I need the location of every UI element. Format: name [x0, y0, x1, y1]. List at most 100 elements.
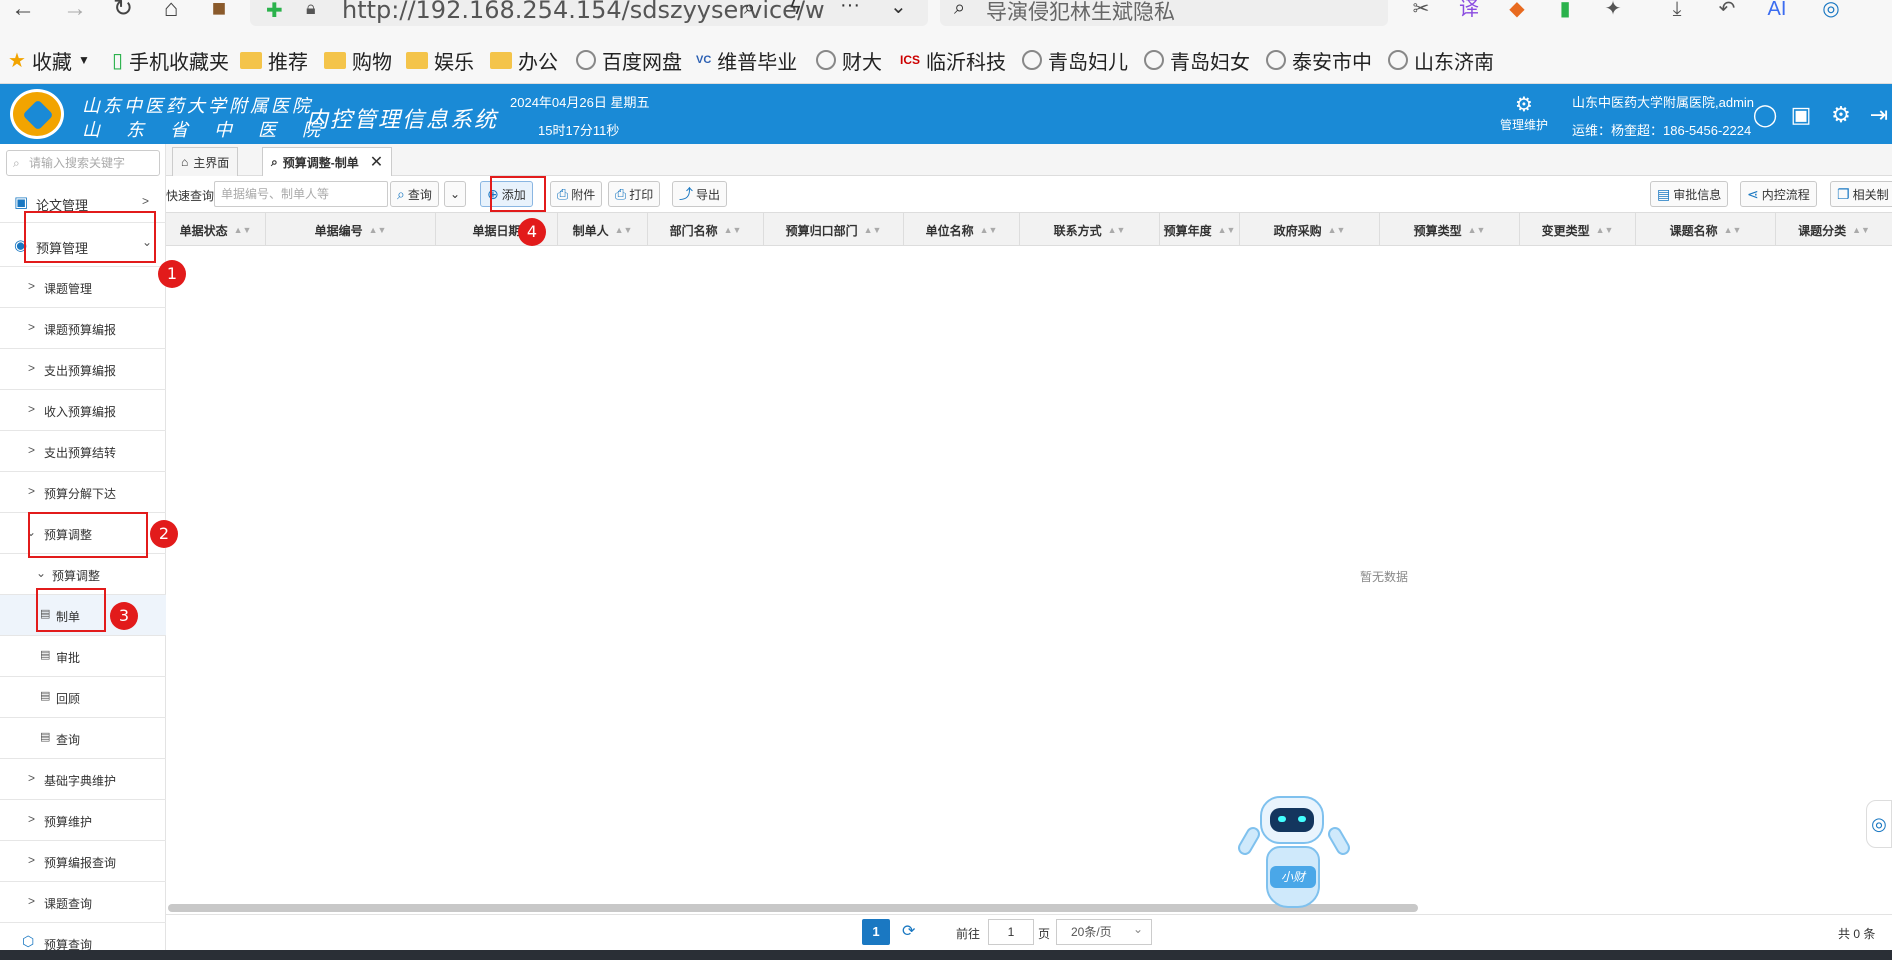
sidebar-item-expense-budget[interactable]: > 支出预算编报: [0, 349, 166, 390]
bookmark-folder-shopping[interactable]: 购物: [324, 46, 392, 74]
robot-eye: [1298, 816, 1306, 822]
page-current[interactable]: 1: [862, 919, 890, 945]
sidebar-item-query[interactable]: ▤ 查询: [0, 718, 166, 759]
approval-info-button[interactable]: ▤ 审批信息: [1650, 181, 1729, 207]
query-button[interactable]: ⌕ 查询: [390, 181, 439, 207]
bookmark-folder-fun[interactable]: 娱乐: [406, 46, 474, 74]
col-budget-type[interactable]: 预算类型 ▲▼: [1380, 213, 1520, 247]
sidebar-item-topics[interactable]: > 课题管理: [0, 267, 166, 308]
time-text: 15时17分11秒: [538, 123, 620, 138]
logout-icon[interactable]: ⇥: [1866, 102, 1892, 128]
page-number-input[interactable]: 1: [988, 919, 1034, 945]
bookmark-caida[interactable]: 财大: [816, 46, 882, 74]
sidebar-item-dictionary[interactable]: > 基础字典维护: [0, 759, 166, 800]
user-icon[interactable]: ◯: [1752, 102, 1778, 128]
undo-icon[interactable]: ↶: [1714, 0, 1740, 22]
horizontal-scrollbar[interactable]: [168, 904, 1418, 912]
bookmark-vip[interactable]: VC 维普毕业: [696, 46, 797, 74]
assistant-robot[interactable]: 小财: [1235, 796, 1353, 916]
bookmark-favorites[interactable]: ★ 收藏 ▼: [8, 46, 90, 74]
extension-icon[interactable]: ✦: [1600, 0, 1626, 22]
col-contact[interactable]: 联系方式 ▲▼: [1020, 213, 1160, 247]
sidebar-item-allocation[interactable]: > 预算分解下达: [0, 472, 166, 513]
sidebar-item-approve[interactable]: ▤ 审批: [0, 636, 166, 677]
col-topic-name[interactable]: 课题名称 ▲▼: [1636, 213, 1776, 247]
annotation-box-4: [490, 176, 546, 212]
download-icon[interactable]: ⤓: [1664, 0, 1690, 22]
bookmark-baidu-pan[interactable]: 百度网盘: [576, 46, 682, 74]
col-dept[interactable]: 部门名称 ▲▼: [648, 213, 764, 247]
bookmark-taian[interactable]: 泰安市中: [1266, 46, 1372, 74]
col-topic-category[interactable]: 课题分类 ▲▼: [1776, 213, 1892, 247]
game-icon[interactable]: ◆: [1504, 0, 1530, 22]
translate-icon[interactable]: 译: [1456, 0, 1482, 22]
address-bar[interactable]: ✚ 🔒︎ http://192.168.254.154/sdszyyservic…: [250, 0, 928, 26]
col-gov-purchase[interactable]: 政府采购 ▲▼: [1240, 213, 1380, 247]
sidebar-item-topic-query[interactable]: > 课题查询: [0, 882, 166, 923]
gear-icon[interactable]: ⚙: [1828, 102, 1854, 128]
briefcase-icon[interactable]: ■: [204, 0, 234, 22]
sidebar-item-budget-report-query[interactable]: > 预算编报查询: [0, 841, 166, 882]
bookmark-folder-office[interactable]: 办公: [490, 46, 558, 74]
col-creator[interactable]: 制单人 ▲▼: [558, 213, 648, 247]
sidebar-item-carryover[interactable]: > 支出预算结转: [0, 431, 166, 472]
browser-search[interactable]: ⌕ 导演侵犯林生斌隐私: [940, 0, 1388, 26]
search-icon: ⌕: [954, 0, 966, 19]
attach-button[interactable]: ⎙ 附件: [550, 181, 603, 207]
sidebar-item-income-budget[interactable]: > 收入预算编报: [0, 390, 166, 431]
bookmark-jinan[interactable]: 山东济南: [1388, 46, 1494, 74]
sidebar-item-topic-budget[interactable]: > 课题预算编报: [0, 308, 166, 349]
col-year[interactable]: 预算年度 ▲▼: [1160, 213, 1240, 247]
float-helper-icon[interactable]: ◎: [1866, 800, 1892, 848]
refresh-icon[interactable]: ⟳: [902, 921, 915, 941]
bookmark-folder-recommend[interactable]: 推荐: [240, 46, 308, 74]
control-flow-button[interactable]: ⋖ 内控流程: [1740, 181, 1817, 207]
chevron-right-icon: >: [142, 194, 150, 208]
forward-icon[interactable]: →: [60, 0, 90, 22]
ai-icon[interactable]: AI: [1764, 0, 1790, 22]
bookmark-mobile[interactable]: ▯ 手机收藏夹: [112, 46, 229, 74]
chevron-down-icon[interactable]: ⌄: [890, 0, 907, 19]
bookmark-linyi[interactable]: ICS 临沂科技: [900, 46, 1006, 74]
sidebar-search-input[interactable]: 请输入搜索关键字: [6, 150, 160, 176]
home-icon[interactable]: ⌂: [156, 0, 186, 22]
close-icon[interactable]: ✕: [370, 152, 383, 172]
export-button[interactable]: ⤴ 导出: [672, 181, 728, 207]
search-icon: ⌕: [397, 185, 405, 202]
col-change-type[interactable]: 变更类型 ▲▼: [1520, 213, 1636, 247]
settings-icon: ⚙: [1515, 94, 1533, 116]
print-button[interactable]: ⎙ 打印: [608, 181, 661, 207]
col-status[interactable]: 单据状态 ▲▼: [166, 213, 266, 247]
more-icon[interactable]: ···: [840, 0, 860, 17]
sort-icon: ▲▼: [1107, 225, 1126, 235]
note-icon[interactable]: ▮: [1552, 0, 1578, 22]
quick-query-input[interactable]: 单据编号、制单人等: [214, 181, 388, 207]
col-unit[interactable]: 单位名称 ▲▼: [904, 213, 1020, 247]
sidebar-item-maintenance[interactable]: > 预算维护: [0, 800, 166, 841]
page-size-select[interactable]: 20条/页: [1056, 917, 1152, 945]
globe-icon: [816, 50, 836, 70]
grid-header: 单据状态 ▲▼ 单据编号 ▲▼ 单据日期 制单人 ▲▼ 部门名称 ▲▼ 预算归口部门 ▲▼…: [166, 212, 1892, 247]
lightning-icon[interactable]: ϟ: [790, 0, 801, 20]
bookmark-qingdao-2[interactable]: 青岛妇女: [1144, 46, 1250, 74]
date-text: 2024年04月26日 星期五: [510, 95, 650, 110]
chevron-right-icon: >: [28, 320, 36, 334]
tab-budget-adjust[interactable]: ⌕ 预算调整-制单 ✕: [262, 147, 393, 176]
reload-icon[interactable]: ↻: [108, 0, 138, 22]
bookmark-qingdao-1[interactable]: 青岛妇儿: [1022, 46, 1128, 74]
management-button[interactable]: ⚙ 管理维护: [1496, 94, 1552, 133]
scissors-icon[interactable]: ✂: [1408, 0, 1434, 22]
sidebar-item-review[interactable]: ▤ 回顾: [0, 677, 166, 718]
sort-icon: ▲▼: [1467, 225, 1486, 235]
tab-home[interactable]: ⌂ 主界面: [172, 147, 239, 176]
lock-icon[interactable]: ▣: [1788, 102, 1814, 128]
col-doc-no[interactable]: 单据编号 ▲▼: [266, 213, 436, 247]
back-icon[interactable]: ←: [8, 0, 38, 22]
zoom-icon[interactable]: ⌕: [744, 0, 755, 20]
globe-icon: [1266, 50, 1286, 70]
related-button[interactable]: ❐ 相关制: [1830, 181, 1892, 207]
col-budget-dept[interactable]: 预算归口部门 ▲▼: [764, 213, 904, 247]
query-dropdown-button[interactable]: ⌄: [444, 181, 467, 207]
browser-logo-icon[interactable]: ◎: [1818, 0, 1844, 22]
annotation-box-1: [24, 211, 156, 263]
